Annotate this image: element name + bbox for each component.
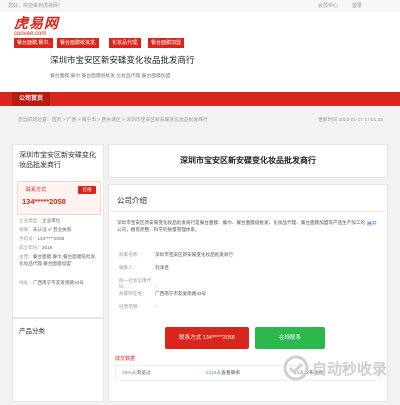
phone-box: 联系方式 在线 134*****2058 [17,181,101,215]
intro-title: 公司介绍 [117,196,147,205]
info-row: 地址：广西南宁市友爱南路33号 [19,280,84,285]
info-row: 主营：餐台面膜,餐巾,餐台面膜纸批发,化妆品代理,餐台面膜加盟 [19,254,97,266]
field-row: 商家所在地： 广西南宁市友爱南路33号 [119,291,207,296]
info-row: 成立年份：2018 [19,245,53,250]
info-row: 企业类型：企业单位 [19,218,61,223]
contact-phone-button[interactable]: 联系方式 134*****2058 [165,327,249,349]
welcome-text: 您好，欢迎来到虎易网！ [8,3,64,9]
main-title-card: 深圳市宝安区新安碟变化妆品批发商行 [108,144,388,178]
login-link[interactable]: 登录 [352,2,362,9]
field-row: 商家名称： 深圳市宝安区新安碟变化妆品批发商行 [119,252,234,257]
expand-link[interactable]: 展开 [367,220,377,227]
metric: 2113人查看联系 [206,371,241,376]
category-title: 产品分类 [19,328,45,335]
logo-main-text: 虎易网 [14,15,59,31]
logo-tag[interactable]: 餐台面膜加盟 [148,38,185,48]
company-sidebar-card: 深圳市宝安区新安碟变化妆品批发商行 联系方式 在线 134*****2058 企… [12,144,104,318]
logo-tag[interactable]: 化妆品代理, [109,38,142,48]
phone-number: 134*****2058 [22,197,66,206]
update-time: 更新时间 2023-01-17 17:01:23 [318,118,384,123]
info-row: 手机号：134*****2058 [19,236,65,241]
field-row: 经营范围： - [119,304,157,309]
watermark-text: 自动秒收录 [312,360,387,378]
main-company-title: 深圳市宝安区新安碟变化妆品批发商行 [180,156,316,165]
nav-bar [0,92,400,106]
intro-text: 深圳市宝安区新安碟变化妆品批发商行是餐台面膜、餐巾、餐台面膜纸批发、化妆品代理、… [117,220,366,232]
logo-tag[interactable]: 餐台面膜纸批发, [57,38,100,48]
logo-tag[interactable]: 餐台面膜,餐巾, [14,38,53,48]
field-row: 统一社会信用代码： - [119,278,157,289]
company-keywords: 餐台面膜,餐巾,餐台面膜纸批发,化妆品代理,餐台面膜加盟 [50,74,171,79]
metric: 26%人浏览过 [122,371,151,376]
watermark-logo: 自动秒收录 [282,336,400,400]
phone-label: 联系方式 [26,187,47,193]
online-chat-button[interactable]: 在线 [78,186,96,194]
info-row: 保障：未认证 ✔ 营业执照 [19,227,72,232]
breadcrumb: 您当前的位置：首页 > 广西 > 南宁市 > 西乡塘区 > 深圳市宝安区新安碟变… [18,118,208,123]
sidebar-company-name: 深圳市宝安区新安碟变化妆品批发商行 [19,152,96,169]
company-name-heading: 深圳市宝安区新安碟变化妆品批发商行 [50,55,195,65]
logo-sub-text: coovee.com [14,31,47,37]
category-card: 产品分类 [12,318,104,402]
divider [109,211,387,212]
nav-home-tab[interactable]: 公司首页 [12,92,50,106]
header: 虎易网 coovee.com 餐台面膜,餐巾, 餐台面膜纸批发, 化妆品代理, … [0,12,400,92]
watermark-icon: 自动秒收录 [283,355,387,381]
member-center-link[interactable]: 会员中心 [318,2,338,9]
field-row: 联系人： 刘泽佳 [119,265,169,270]
record-label: 成交数据 [115,356,136,362]
